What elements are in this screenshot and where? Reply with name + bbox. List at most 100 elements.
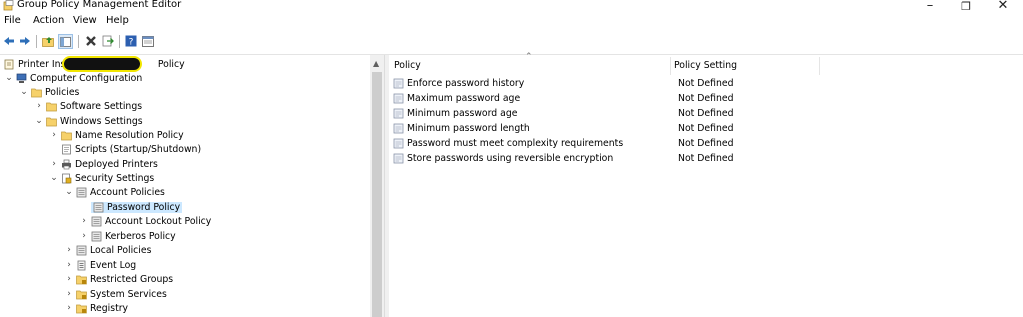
forward-icon[interactable] bbox=[18, 34, 32, 48]
chevron-right-icon[interactable]: › bbox=[64, 273, 74, 285]
chevron-right-icon[interactable]: › bbox=[64, 259, 74, 271]
toolbar-separator bbox=[119, 35, 120, 48]
list-row[interactable]: Enforce password history Not Defined bbox=[393, 77, 1013, 91]
tree-item-computer-configuration[interactable]: ⌄ Computer Configuration bbox=[4, 71, 142, 85]
redaction-mark bbox=[64, 58, 140, 70]
close-button[interactable]: ✕ bbox=[991, 0, 1015, 13]
policy-name: Enforce password history bbox=[407, 78, 525, 89]
policy-setting-icon bbox=[393, 78, 404, 89]
computer-icon bbox=[16, 73, 27, 83]
folder-icon bbox=[46, 117, 57, 126]
printer-icon bbox=[62, 159, 71, 169]
list-row[interactable]: Password must meet complexity requiremen… bbox=[393, 137, 1013, 151]
menu-action[interactable]: Action bbox=[33, 15, 64, 26]
help-icon[interactable]: ? bbox=[124, 34, 138, 48]
tree-label: Computer Configuration bbox=[30, 72, 143, 84]
scrollbar-thumb[interactable] bbox=[372, 72, 382, 317]
policy-setting-value: Not Defined bbox=[678, 78, 734, 89]
tree-label: Account Policies bbox=[90, 186, 165, 198]
tree-label: Policies bbox=[45, 86, 80, 98]
chevron-down-icon[interactable]: ⌄ bbox=[34, 115, 44, 127]
chevron-right-icon[interactable]: › bbox=[34, 100, 44, 112]
tree-label: Password Policy bbox=[107, 201, 181, 213]
menu-view[interactable]: View bbox=[73, 15, 97, 26]
back-icon[interactable] bbox=[2, 34, 16, 48]
tree-item-deployed-printers[interactable]: › Deployed Printers bbox=[49, 157, 158, 171]
scroll-up-arrow-icon[interactable]: ▲ bbox=[373, 59, 379, 68]
tree-item-account-lockout-policy[interactable]: › Account Lockout Policy bbox=[79, 214, 211, 228]
tree-item-name-resolution-policy[interactable]: › Name Resolution Policy bbox=[49, 128, 184, 142]
selected-highlight: Password Policy bbox=[91, 201, 183, 213]
tree-item-local-policies[interactable]: › Local Policies bbox=[64, 243, 151, 257]
tree-label: System Services bbox=[90, 288, 167, 300]
tree-label: Scripts (Startup/Shutdown) bbox=[75, 143, 202, 155]
list-row[interactable]: Store passwords using reversible encrypt… bbox=[393, 152, 1013, 166]
tree-label: Name Resolution Policy bbox=[75, 129, 184, 141]
chevron-right-icon[interactable]: › bbox=[49, 158, 59, 170]
policy-name: Minimum password age bbox=[407, 108, 518, 119]
chevron-right-icon[interactable]: › bbox=[64, 302, 74, 314]
column-header-label: Policy Setting bbox=[674, 59, 737, 71]
chevron-down-icon[interactable]: ⌄ bbox=[49, 172, 59, 184]
policy-name: Password must meet complexity requiremen… bbox=[407, 138, 624, 149]
scripts-icon bbox=[62, 144, 71, 154]
maximize-button[interactable]: ❐ bbox=[954, 0, 978, 13]
tree-item-system-services[interactable]: › System Services bbox=[64, 287, 167, 301]
chevron-right-icon[interactable]: › bbox=[64, 244, 74, 256]
tree-item-security-settings[interactable]: ⌄ Security Settings bbox=[49, 171, 154, 185]
policy-setting-icon bbox=[393, 93, 404, 104]
chevron-right-icon[interactable]: › bbox=[79, 215, 89, 227]
tree-item-restricted-groups[interactable]: › Restricted Groups bbox=[64, 272, 173, 286]
tree-label: Deployed Printers bbox=[75, 158, 158, 170]
tree-label: Account Lockout Policy bbox=[105, 215, 212, 227]
list-row[interactable]: Minimum password length Not Defined bbox=[393, 122, 1013, 136]
minimize-button[interactable]: – bbox=[918, 0, 942, 13]
tree-label: Windows Settings bbox=[60, 115, 143, 127]
sort-ascending-icon: ⌃ bbox=[525, 52, 533, 62]
tree-item-windows-settings[interactable]: ⌄ Windows Settings bbox=[34, 114, 143, 128]
chevron-down-icon[interactable]: ⌄ bbox=[19, 86, 29, 98]
menu-help[interactable]: Help bbox=[106, 15, 129, 26]
policy-setting-icon bbox=[393, 108, 404, 119]
tree-label: Kerberos Policy bbox=[105, 230, 176, 242]
tree-item-software-settings[interactable]: › Software Settings bbox=[34, 99, 142, 113]
locked-folder-icon bbox=[76, 290, 87, 299]
tree-item-scripts[interactable]: Scripts (Startup/Shutdown) bbox=[49, 142, 201, 156]
folder-icon bbox=[46, 102, 57, 111]
up-folder-icon[interactable] bbox=[41, 34, 55, 48]
column-header-policy-setting[interactable]: Policy Setting bbox=[674, 55, 819, 75]
properties-icon[interactable] bbox=[141, 34, 155, 48]
delete-icon[interactable] bbox=[84, 34, 98, 48]
toolbar: ? bbox=[0, 32, 1023, 52]
column-divider[interactable] bbox=[670, 57, 671, 75]
show-hide-tree-icon[interactable] bbox=[58, 34, 73, 49]
chevron-right-icon[interactable]: › bbox=[64, 288, 74, 300]
tree-item-registry[interactable]: › Registry bbox=[64, 301, 128, 315]
column-divider[interactable] bbox=[819, 57, 820, 75]
policy-setting-value: Not Defined bbox=[678, 153, 734, 164]
chevron-down-icon[interactable]: ⌄ bbox=[4, 72, 14, 84]
chevron-right-icon[interactable]: › bbox=[79, 230, 89, 242]
chevron-down-icon[interactable]: ⌄ bbox=[64, 186, 74, 198]
export-list-icon[interactable] bbox=[101, 34, 115, 48]
policy-setting-value: Not Defined bbox=[678, 138, 734, 149]
tree-item-account-policies[interactable]: ⌄ Account Policies bbox=[64, 185, 165, 199]
folder-icon bbox=[31, 88, 42, 97]
menu-file[interactable]: File bbox=[4, 15, 21, 26]
tree-item-event-log[interactable]: › Event Log bbox=[64, 258, 136, 272]
tree-item-kerberos-policy[interactable]: › Kerberos Policy bbox=[79, 229, 176, 243]
list-row[interactable]: Maximum password age Not Defined bbox=[393, 92, 1013, 106]
tree-item-policies[interactable]: ⌄ Policies bbox=[19, 85, 79, 99]
column-header-label: Policy bbox=[394, 59, 421, 71]
tree-scrollbar[interactable]: ▲ bbox=[370, 55, 384, 317]
list-row[interactable]: Minimum password age Not Defined bbox=[393, 107, 1013, 121]
policy-book-icon bbox=[91, 231, 102, 241]
chevron-right-icon[interactable]: › bbox=[49, 129, 59, 141]
security-icon bbox=[62, 173, 72, 183]
tree-item-password-policy[interactable]: Password Policy bbox=[79, 200, 183, 214]
policy-setting-value: Not Defined bbox=[678, 93, 734, 104]
toolbar-separator bbox=[36, 35, 37, 48]
gpo-scroll-icon bbox=[4, 59, 14, 69]
